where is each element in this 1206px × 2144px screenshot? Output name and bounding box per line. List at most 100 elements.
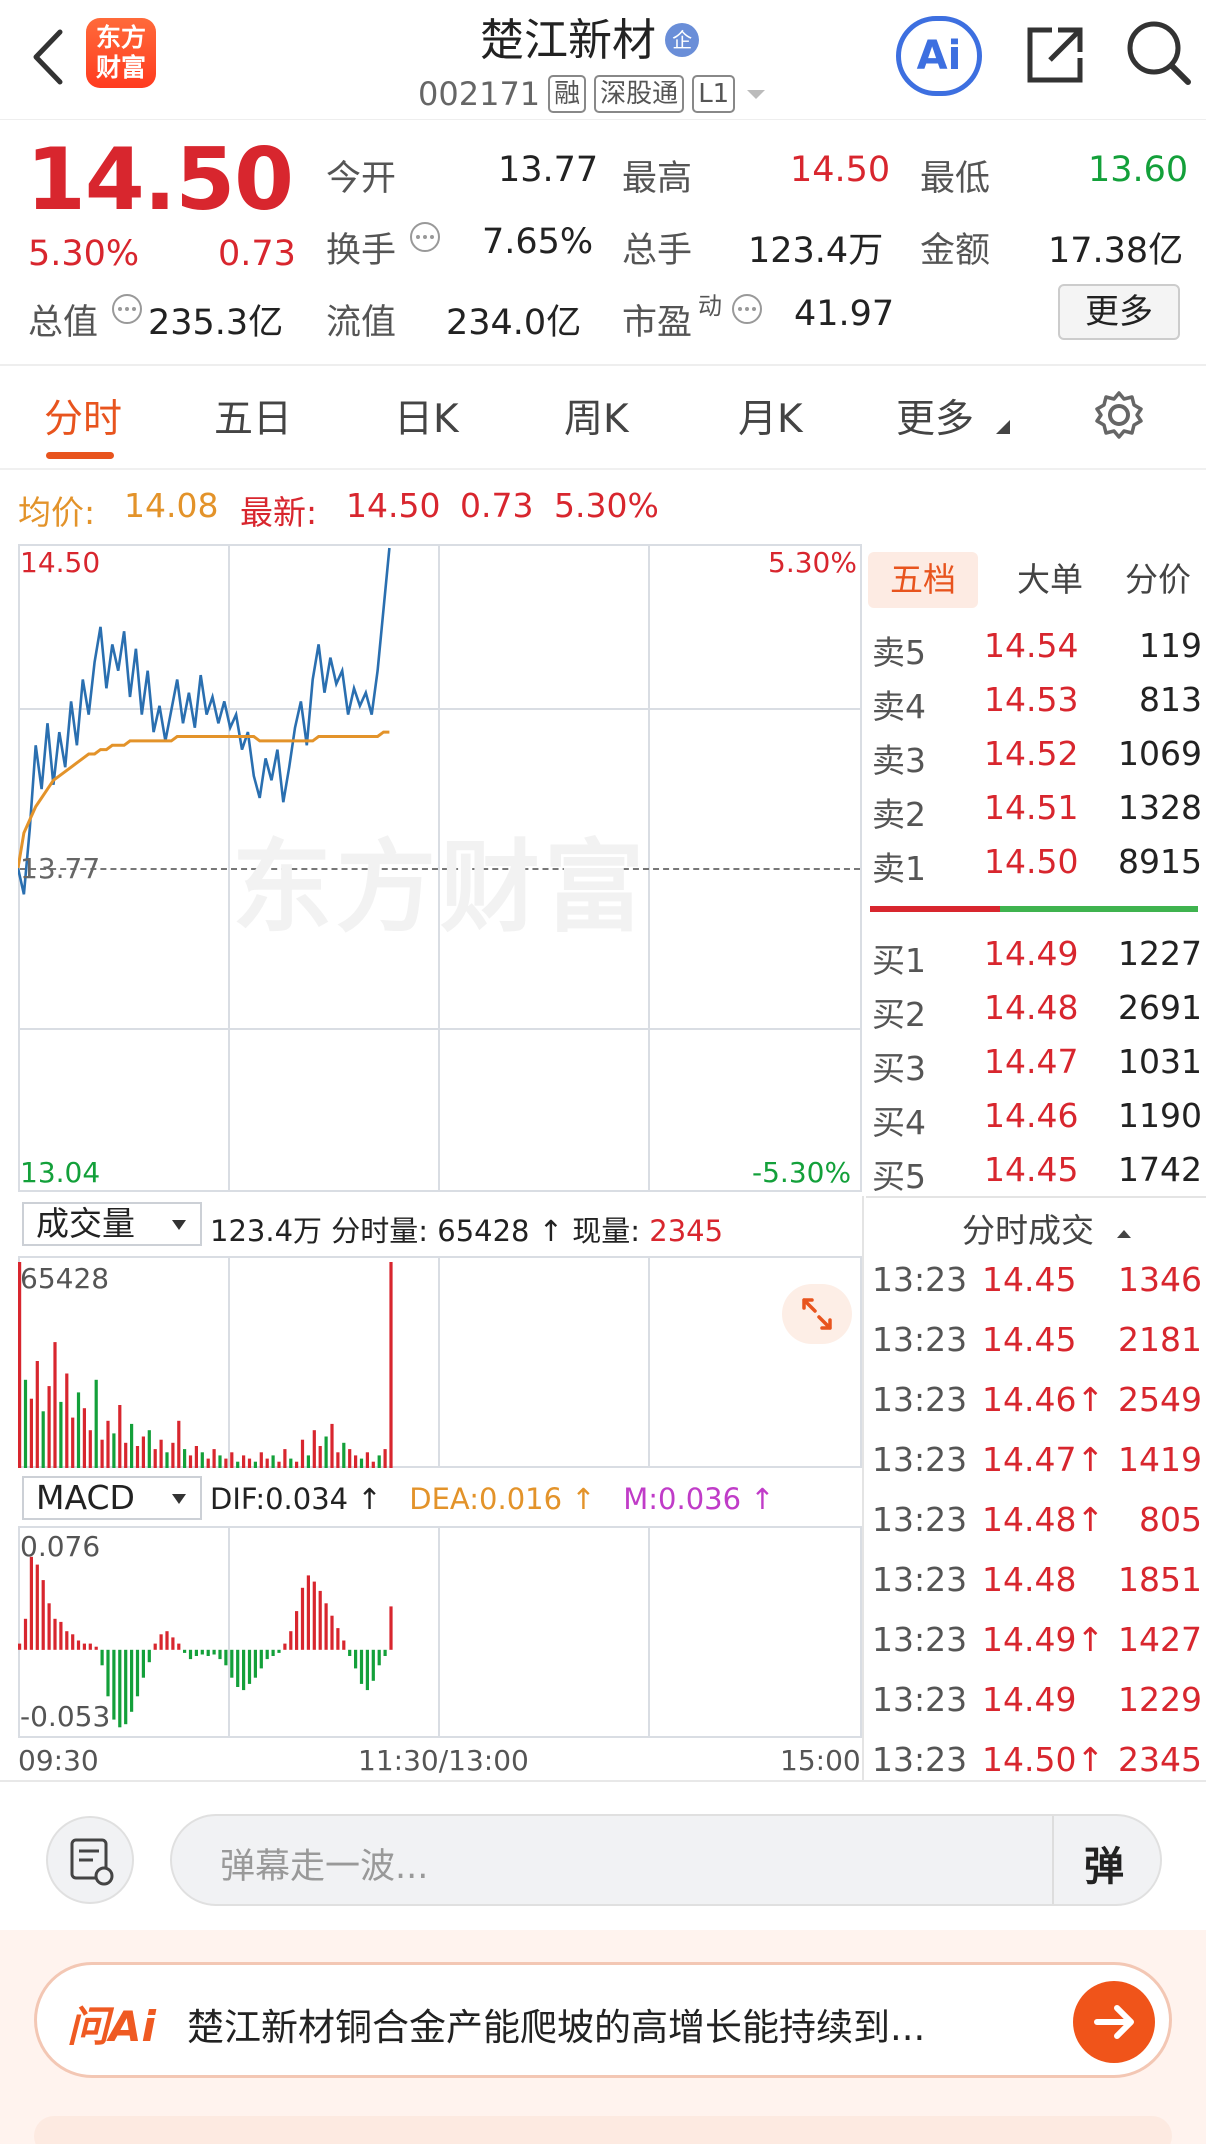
macd-bar [153, 1643, 157, 1650]
sell-row[interactable]: 卖1 14.50 8915 [872, 842, 1202, 892]
macd-bar [47, 1603, 51, 1650]
current-volume-label: 现量: [572, 1214, 641, 1248]
latest-value: 14.50 [346, 486, 441, 525]
share-icon[interactable] [1022, 22, 1088, 88]
comment-list-button[interactable] [46, 1816, 134, 1904]
buy-row[interactable]: 买3 14.47 1031 [872, 1042, 1202, 1092]
volume-bar [359, 1458, 364, 1468]
sell-row[interactable]: 卖2 14.51 1328 [872, 788, 1202, 838]
sell-row[interactable]: 卖4 14.53 813 [872, 680, 1202, 730]
volume-bar [271, 1455, 275, 1468]
buy-row[interactable]: 买1 14.49 1227 [872, 934, 1202, 984]
search-icon[interactable] [1124, 18, 1194, 88]
tab-large-orders[interactable]: 大单 [1000, 552, 1100, 608]
volume-bar [295, 1461, 299, 1468]
trade-time: 13:23 [872, 1320, 968, 1359]
volume-bar [265, 1458, 269, 1468]
sell-row[interactable]: 卖5 14.54 119 [872, 626, 1202, 676]
ai-question-card[interactable]: 问Ai 楚江新材铜合金产能爬坡的高增长能持续到... [34, 1962, 1172, 2078]
buy-row[interactable]: 买5 14.45 1742 [872, 1150, 1202, 1200]
info-dots-icon[interactable] [730, 292, 764, 326]
volume-bar [159, 1439, 163, 1468]
indicator-select-macd[interactable]: MACD [22, 1476, 202, 1520]
trades-header[interactable]: 分时成交 [962, 1204, 1135, 1252]
stock-code: 002171 [418, 75, 541, 113]
volume-bar [383, 1449, 387, 1468]
orderbook-tabs: 五档 大单 分价 [866, 548, 1206, 612]
back-arrow-icon[interactable] [26, 22, 70, 92]
info-dots-icon[interactable] [408, 220, 442, 254]
float-value: 234.0亿 [446, 303, 582, 343]
trade-volume: 2181 [1118, 1320, 1202, 1359]
tab-five-levels[interactable]: 五档 [868, 552, 978, 608]
period-volume-label: 分时量: [331, 1214, 429, 1248]
level-price: 14.49 [984, 934, 1079, 973]
barrage-input[interactable]: 弹幕走一波... 弹 [170, 1814, 1162, 1906]
volume-bar [365, 1452, 369, 1468]
volume-bar [330, 1423, 334, 1468]
tab-more[interactable]: 更多 [896, 388, 974, 444]
info-dots-icon[interactable] [110, 292, 144, 326]
macd-bar [106, 1649, 110, 1697]
level-label: 卖5 [872, 633, 926, 672]
trade-time: 13:23 [872, 1740, 968, 1779]
comment-bar: 弹幕走一波... 弹 [0, 1786, 1206, 1936]
buy-row[interactable]: 买4 14.46 1190 [872, 1096, 1202, 1146]
level-price: 14.53 [984, 680, 1079, 719]
trade-volume: 1427 [1118, 1620, 1202, 1659]
trade-time: 13:23 [872, 1560, 968, 1599]
macd-bar [348, 1649, 352, 1656]
volume-bar [277, 1461, 281, 1468]
ai-question-text: 楚江新材铜合金产能爬坡的高增长能持续到... [187, 2006, 926, 2049]
tab-five-day[interactable]: 五日 [214, 388, 292, 444]
barrage-send-button[interactable]: 弹 [1084, 1834, 1124, 1892]
macd-min-label: -0.053 [20, 1700, 111, 1733]
barrage-list-icon [70, 1838, 114, 1886]
ai-button[interactable]: Ai [896, 16, 982, 96]
volume-bar [59, 1401, 63, 1468]
macd-bar [224, 1649, 228, 1666]
ai-go-button[interactable] [1073, 1981, 1155, 2063]
volume-bar [324, 1436, 328, 1468]
collapse-up-icon [1116, 1230, 1131, 1238]
divider [862, 1196, 864, 1780]
amount-value: 17.38亿 [1048, 231, 1184, 271]
avg-label: 均价: [18, 493, 96, 532]
tab-daily-k[interactable]: 日K [394, 388, 459, 444]
float-label: 流值 [326, 303, 397, 343]
sell-row[interactable]: 卖3 14.52 1069 [872, 734, 1202, 784]
latest-percent: 5.30% [554, 486, 659, 525]
more-button[interactable]: 更多 [1058, 284, 1180, 340]
trade-price: 14.48↑ [982, 1500, 1105, 1539]
volume-bar [147, 1430, 151, 1468]
tab-intraday[interactable]: 分时 [44, 388, 122, 444]
indicator-select-volume[interactable]: 成交量 [22, 1202, 202, 1246]
expand-button[interactable] [782, 1284, 852, 1344]
time-mid-label: 11:30/13:00 [358, 1744, 529, 1777]
macd-dif: DIF:0.034 [210, 1482, 349, 1516]
tab-monthly-k[interactable]: 月K [738, 388, 803, 444]
volume-bar [130, 1423, 134, 1468]
macd-bar [159, 1634, 163, 1650]
volume-bar [206, 1458, 210, 1468]
macd-bar [247, 1649, 252, 1684]
volume-bar [336, 1452, 340, 1468]
volume-bar [35, 1361, 39, 1468]
trade-time: 13:23 [872, 1440, 968, 1479]
macd-bar [71, 1634, 75, 1650]
macd-bar [312, 1581, 316, 1650]
macd-bar [318, 1590, 322, 1650]
macd-bar [289, 1631, 293, 1650]
tab-weekly-k[interactable]: 周K [564, 388, 629, 444]
dropdown-triangle-icon[interactable] [743, 84, 769, 104]
tab-price-distribution[interactable]: 分价 [1108, 552, 1206, 608]
price-chart[interactable] [18, 544, 862, 1192]
volume-bar [47, 1386, 51, 1468]
volume-bar [100, 1439, 104, 1468]
buy-row[interactable]: 买2 14.48 2691 [872, 988, 1202, 1038]
volume-bar [300, 1439, 305, 1468]
last-price: 14.50 [26, 130, 294, 230]
level-price: 14.48 [984, 988, 1079, 1027]
trade-volume: 1346 [1118, 1260, 1202, 1299]
settings-gear-icon[interactable] [1094, 390, 1144, 440]
